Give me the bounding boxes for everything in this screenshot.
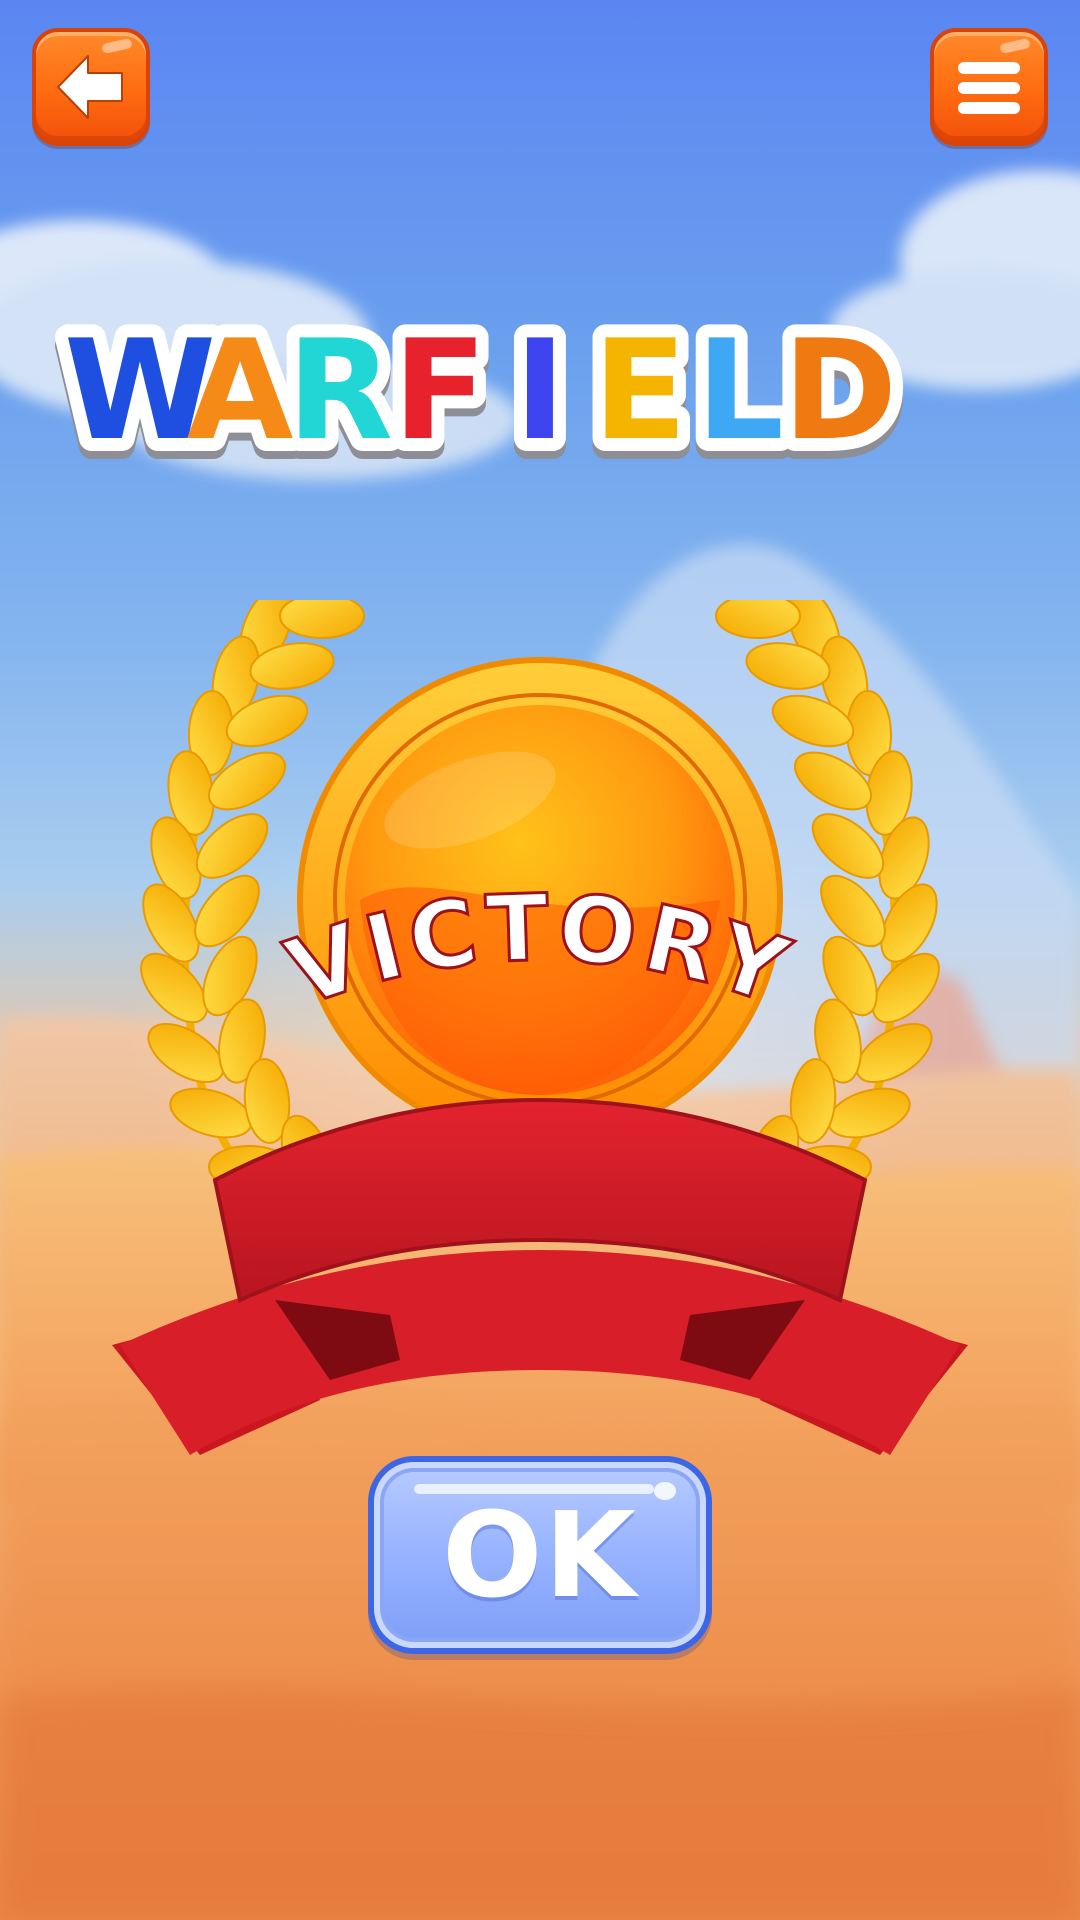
logo-letter: L bbox=[696, 310, 784, 471]
victory-medal: VICTORY bbox=[112, 600, 968, 1455]
game-logo: WAR F I E LDWAR F I E LDWAR F I E LD bbox=[51, 300, 910, 492]
logo-letter: D bbox=[783, 310, 898, 471]
logo-letter: R bbox=[287, 310, 393, 471]
logo-letter: E bbox=[593, 310, 687, 471]
logo-letter: F bbox=[393, 310, 487, 471]
hamburger-menu-icon bbox=[958, 62, 1020, 114]
menu-button[interactable] bbox=[930, 28, 1048, 146]
logo-letter: A bbox=[187, 310, 294, 471]
laurel-leaf bbox=[169, 1087, 253, 1139]
laurel-leaf bbox=[827, 1087, 911, 1139]
back-button[interactable] bbox=[32, 28, 150, 146]
arrow-left-icon bbox=[57, 55, 123, 119]
laurel-leaf bbox=[279, 600, 365, 639]
logo-letter: I bbox=[514, 310, 565, 471]
ok-button[interactable]: OK bbox=[368, 1456, 712, 1654]
ok-label: OK bbox=[442, 1486, 638, 1624]
ok-button-face: OK bbox=[374, 1462, 706, 1648]
victory-screen: WARFIELDWARFIELDWARFIELD VICTORY OK bbox=[0, 0, 1080, 1920]
laurel-leaf bbox=[715, 600, 801, 639]
